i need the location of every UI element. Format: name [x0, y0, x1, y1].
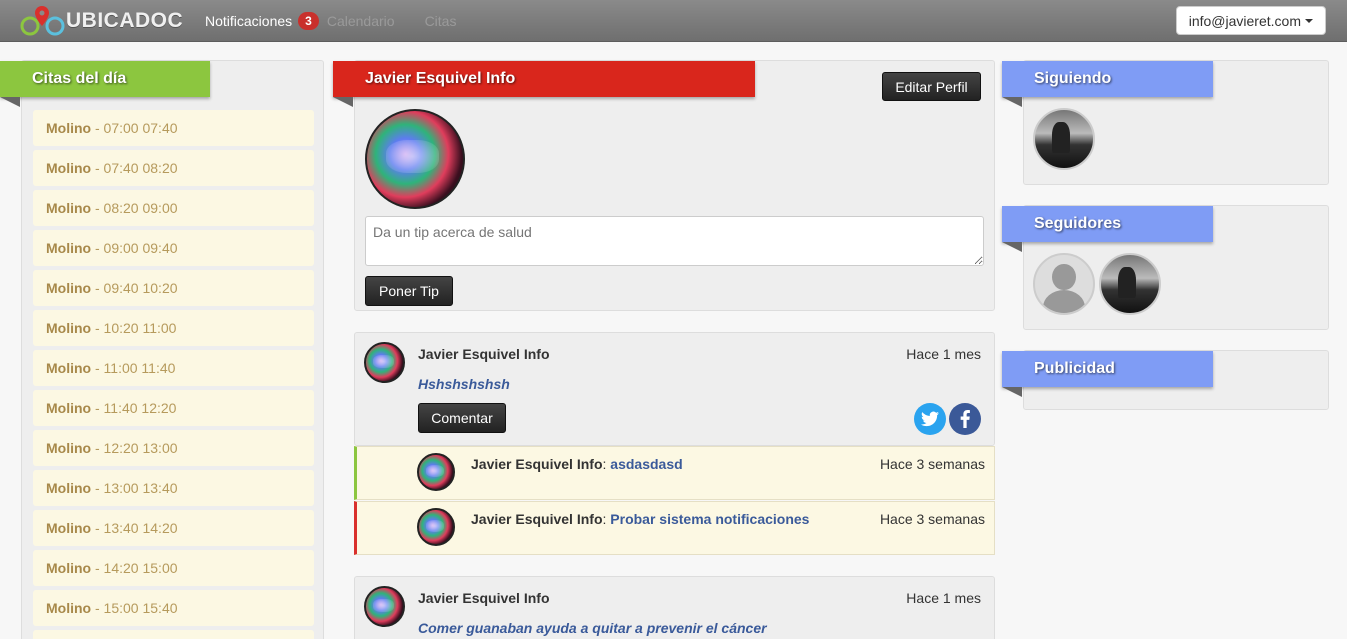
comment-text: asdasdasd — [610, 456, 683, 472]
comment-content: Javier Esquivel Info: asdasdasd — [471, 456, 683, 472]
post-author[interactable]: Javier Esquivel Info — [418, 346, 550, 362]
profile-avatar[interactable] — [365, 109, 465, 209]
citas-title: Citas del día — [32, 70, 127, 87]
ribbon-fold — [1002, 97, 1022, 107]
brand-name: UBICADOC — [66, 9, 184, 32]
comment-content: Javier Esquivel Info: Probar sistema not… — [471, 511, 810, 527]
publicidad-ribbon: Publicidad — [1002, 351, 1213, 387]
cita-item[interactable]: Molino - 09:00 09:40 — [33, 230, 314, 266]
cita-item[interactable]: Molino - 13:00 13:40 — [33, 470, 314, 506]
comment-row: Javier Esquivel Info: Probar sistema not… — [354, 501, 995, 555]
cita-item[interactable]: Molino - 11:00 11:40 — [33, 350, 314, 386]
post-author[interactable]: Javier Esquivel Info — [418, 590, 550, 606]
cita-item[interactable]: Molino - 07:40 08:20 — [33, 150, 314, 186]
cita-item[interactable]: Molino - 15:00 15:40 — [33, 590, 314, 626]
siguiendo-title: Siguiendo — [1034, 70, 1112, 87]
comment-author[interactable]: Javier Esquivel Info — [471, 511, 603, 527]
cita-item[interactable]: Molino - 07:00 07:40 — [33, 110, 314, 146]
brand-logo[interactable]: UBICADOC — [20, 3, 183, 39]
comment-avatar[interactable] — [417, 508, 455, 546]
nav-citas[interactable]: Citas — [425, 13, 457, 29]
post-time: Hace 1 mes — [906, 590, 981, 606]
post-text: Comer guanaban ayuda a quitar a prevenir… — [418, 620, 767, 636]
nav-calendario[interactable]: Calendario — [327, 13, 395, 29]
post-time: Hace 1 mes — [906, 346, 981, 362]
edit-profile-button[interactable]: Editar Perfil — [882, 72, 981, 101]
comment-avatar[interactable] — [417, 453, 455, 491]
account-dropdown[interactable]: info@javieret.com — [1175, 6, 1326, 35]
siguiendo-ribbon: Siguiendo — [1002, 61, 1213, 97]
follower-avatar[interactable] — [1033, 253, 1095, 315]
ribbon-fold — [1002, 242, 1022, 252]
seguidores-ribbon: Seguidores — [1002, 206, 1213, 242]
post-text: Hshshshshsh — [418, 376, 510, 392]
cita-item[interactable]: Molino - 12:20 13:00 — [33, 430, 314, 466]
cita-item[interactable]: Molino - 13:40 14:20 — [33, 510, 314, 546]
comment-author[interactable]: Javier Esquivel Info — [471, 456, 603, 472]
caret-down-icon — [1305, 18, 1313, 23]
profile-name: Javier Esquivel Info — [365, 70, 516, 87]
cita-item[interactable]: Molino - 10:20 11:00 — [33, 310, 314, 346]
citas-ribbon: Citas del día — [0, 61, 210, 97]
profile-ribbon: Javier Esquivel Info — [333, 61, 755, 97]
facebook-icon[interactable] — [949, 403, 981, 435]
twitter-icon[interactable] — [914, 403, 946, 435]
cita-item[interactable] — [33, 630, 314, 639]
following-avatar[interactable] — [1033, 108, 1095, 170]
account-email: info@javieret.com — [1188, 12, 1301, 29]
main-nav: Notificaciones 3 Calendario Citas — [205, 0, 486, 42]
comment-time: Hace 3 semanas — [879, 511, 985, 527]
notification-badge[interactable]: 3 — [298, 12, 319, 30]
publicidad-title: Publicidad — [1034, 360, 1115, 377]
top-navbar: UBICADOC Notificaciones 3 Calendario Cit… — [0, 0, 1347, 42]
map-pin-icon — [20, 4, 68, 38]
post-avatar[interactable] — [364, 342, 405, 383]
ribbon-fold — [1002, 387, 1022, 397]
comment-text: Probar sistema notificaciones — [610, 511, 810, 527]
cita-item[interactable]: Molino - 09:40 10:20 — [33, 270, 314, 306]
comment-time: Hace 3 semanas — [879, 456, 985, 472]
nav-notificaciones[interactable]: Notificaciones — [205, 13, 292, 29]
comment-row: Javier Esquivel Info: asdasdasd Hace 3 s… — [354, 446, 995, 500]
seguidores-title: Seguidores — [1034, 215, 1122, 232]
cita-item[interactable]: Molino - 11:40 12:20 — [33, 390, 314, 426]
follower-avatar[interactable] — [1099, 253, 1161, 315]
post-avatar[interactable] — [364, 586, 405, 627]
ribbon-fold — [333, 97, 353, 107]
cita-item[interactable]: Molino - 14:20 15:00 — [33, 550, 314, 586]
tip-input[interactable] — [365, 216, 984, 266]
comment-button[interactable]: Comentar — [418, 403, 506, 433]
post-tip-button[interactable]: Poner Tip — [365, 276, 453, 306]
ribbon-fold — [0, 97, 20, 107]
cita-item[interactable]: Molino - 08:20 09:00 — [33, 190, 314, 226]
